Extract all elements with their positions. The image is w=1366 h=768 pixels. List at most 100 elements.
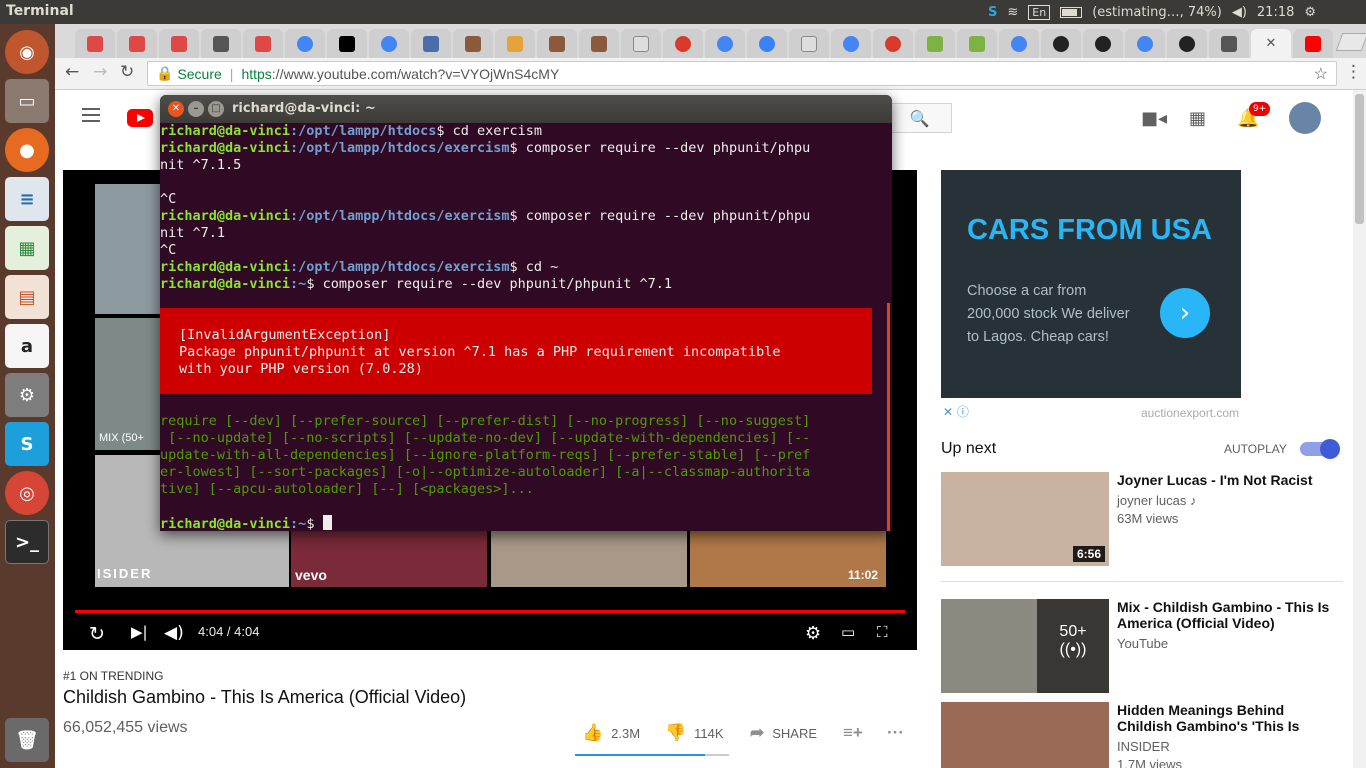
video-title[interactable]: Joyner Lucas - I'm Not Racist <box>1117 472 1342 488</box>
address-bar[interactable]: 🔒 Secure | https ://www.youtube.com/watc… <box>147 61 1337 86</box>
reload-icon[interactable]: ↻ <box>120 62 134 82</box>
clock[interactable]: 21:18 <box>1257 5 1294 20</box>
page-scrollbar[interactable] <box>1353 90 1366 768</box>
browser-tab[interactable] <box>1125 29 1165 58</box>
settings-icon[interactable]: ⚙ <box>805 623 821 644</box>
upload-video-icon[interactable]: ■◂ <box>1141 108 1167 129</box>
browser-tab[interactable] <box>621 29 661 58</box>
up-next-item[interactable]: 50+ ((•)) Mix - Childish Gambino - This I… <box>941 599 1351 699</box>
keyboard-language[interactable]: En <box>1028 4 1051 20</box>
video-title[interactable]: Mix - Childish Gambino - This Is America… <box>1117 599 1342 631</box>
browser-tab[interactable] <box>873 29 913 58</box>
apps-grid-icon[interactable]: ▦ <box>1189 108 1206 129</box>
browser-tab[interactable] <box>453 29 493 58</box>
wifi-icon[interactable]: ≋ <box>1007 5 1018 20</box>
browser-tab[interactable] <box>705 29 745 58</box>
browser-tab[interactable] <box>117 29 157 58</box>
forward-icon[interactable]: → <box>93 62 107 82</box>
browser-tab[interactable] <box>747 29 787 58</box>
impress-icon[interactable]: ▤ <box>5 275 49 319</box>
search-button[interactable]: 🔍 <box>887 103 952 133</box>
amazon-icon[interactable]: a <box>5 324 49 368</box>
avatar[interactable] <box>1289 102 1321 134</box>
ad-arrow-button[interactable]: › <box>1160 288 1210 338</box>
guide-menu-icon[interactable] <box>82 108 100 122</box>
video-thumbnail[interactable]: 6:56 <box>941 472 1109 566</box>
browser-tab[interactable] <box>579 29 619 58</box>
new-tab-button[interactable] <box>1335 33 1366 51</box>
add-to-playlist-button[interactable]: ≡+ <box>843 723 863 743</box>
browser-tab[interactable] <box>999 29 1039 58</box>
endscreen-thumbnail[interactable]: vevo <box>291 530 487 587</box>
volume-icon[interactable]: ◀) <box>1232 5 1247 20</box>
system-settings-icon[interactable]: ⚙ <box>5 373 49 417</box>
browser-tab[interactable] <box>1083 29 1123 58</box>
terminal-icon[interactable]: >_ <box>5 520 49 564</box>
close-icon[interactable]: ✕ <box>1266 36 1277 51</box>
ad-close-icon[interactable]: ✕ ⓘ <box>943 403 969 420</box>
battery-status[interactable]: (estimating…, 74%) <box>1092 5 1222 20</box>
browser-tab[interactable] <box>1167 29 1207 58</box>
up-next-item[interactable]: Hidden Meanings Behind Childish Gambino'… <box>941 702 1351 768</box>
browser-tab[interactable] <box>159 29 199 58</box>
dislike-button[interactable]: 👎 114K <box>665 723 724 743</box>
browser-tab[interactable] <box>1209 29 1249 58</box>
ad-banner[interactable]: CARS FROM USA Choose a car from 200,000 … <box>941 170 1241 398</box>
browser-tab[interactable] <box>327 29 367 58</box>
terminal-output[interactable]: richard@da-vinci:/opt/lampp/htdocs$ cd e… <box>160 123 892 531</box>
maximize-window-icon[interactable]: □ <box>208 101 224 117</box>
youtube-logo[interactable] <box>127 109 153 127</box>
firefox-icon[interactable]: ● <box>5 128 49 172</box>
video-title[interactable]: Hidden Meanings Behind Childish Gambino'… <box>1117 702 1342 734</box>
channel-name[interactable]: joyner lucas ♪ <box>1117 493 1196 508</box>
trash-icon[interactable]: 🗑 <box>5 718 49 762</box>
theater-mode-icon[interactable]: ▭ <box>841 623 855 641</box>
settings-gear-icon[interactable]: ⚙ <box>1304 5 1316 20</box>
back-icon[interactable]: ← <box>65 62 79 82</box>
volume-icon[interactable]: ◀) <box>164 623 184 643</box>
calc-icon[interactable]: ▦ <box>5 226 49 270</box>
close-window-icon[interactable]: ✕ <box>168 101 184 117</box>
terminal-titlebar[interactable]: ✕ – □ richard@da-vinci: ~ <box>160 95 892 123</box>
ad-domain[interactable]: auctionexport.com <box>1141 406 1239 420</box>
video-thumbnail[interactable]: 50+ ((•)) <box>941 599 1109 693</box>
more-actions-button[interactable]: ··· <box>887 723 904 743</box>
video-thumbnail[interactable] <box>941 702 1109 768</box>
endscreen-thumbnail[interactable]: 11:02 <box>690 530 886 587</box>
autoplay-toggle[interactable] <box>1300 439 1340 459</box>
endscreen-thumbnail[interactable] <box>95 184 165 314</box>
channel-name[interactable]: INSIDER <box>1117 739 1170 754</box>
browser-tab[interactable] <box>1293 29 1333 58</box>
trending-label[interactable]: #1 ON TRENDING <box>63 669 163 683</box>
channel-name[interactable]: YouTube <box>1117 636 1168 651</box>
chrome-icon[interactable]: ◎ <box>5 471 49 515</box>
browser-tab[interactable] <box>285 29 325 58</box>
terminal-window[interactable]: ✕ – □ richard@da-vinci: ~ richard@da-vin… <box>160 95 892 531</box>
endscreen-thumbnail[interactable] <box>491 530 687 587</box>
browser-tab[interactable] <box>1041 29 1081 58</box>
battery-icon[interactable] <box>1060 6 1083 18</box>
browser-tab[interactable] <box>831 29 871 58</box>
terminal-prompt[interactable]: richard@da-vinci:~$ <box>160 515 332 531</box>
browser-tab[interactable] <box>537 29 577 58</box>
files-icon[interactable]: ▭ <box>5 79 49 123</box>
progress-bar[interactable] <box>75 610 905 613</box>
browser-tab-active[interactable]: ✕ <box>1251 29 1291 58</box>
browser-tab[interactable] <box>243 29 283 58</box>
browser-tab[interactable] <box>201 29 241 58</box>
up-next-item[interactable]: 6:56 Joyner Lucas - I'm Not Racist joyne… <box>941 472 1351 572</box>
browser-tab[interactable] <box>411 29 451 58</box>
browser-tab[interactable] <box>75 29 115 58</box>
ubuntu-dash-icon[interactable]: ◉ <box>5 30 49 74</box>
browser-tab[interactable] <box>957 29 997 58</box>
minimize-window-icon[interactable]: – <box>188 101 204 117</box>
share-button[interactable]: ➦ SHARE <box>750 723 817 743</box>
fullscreen-icon[interactable]: ⛶ <box>877 623 888 641</box>
browser-tab[interactable] <box>663 29 703 58</box>
bookmark-star-icon[interactable]: ☆ <box>1314 64 1328 84</box>
skype-icon[interactable]: S <box>5 422 49 466</box>
next-icon[interactable]: ▶| <box>131 623 148 641</box>
browser-tab[interactable] <box>915 29 955 58</box>
browser-tab[interactable] <box>495 29 535 58</box>
browser-tab[interactable] <box>369 29 409 58</box>
